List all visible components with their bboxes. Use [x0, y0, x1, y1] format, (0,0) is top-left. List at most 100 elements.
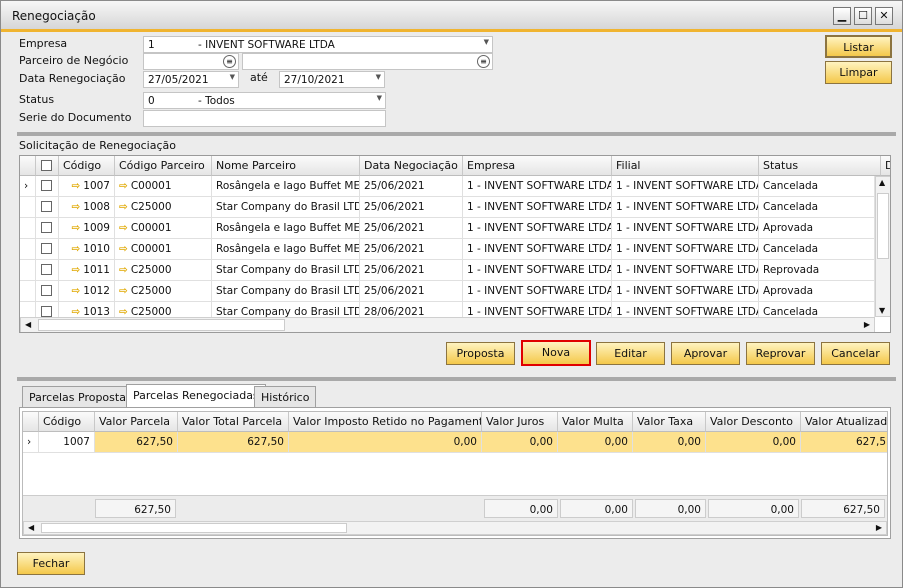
- empresa-code: 1: [148, 39, 155, 51]
- data-to-field[interactable]: 27/10/2021 ▼: [279, 71, 385, 88]
- scroll-left-icon[interactable]: ◀: [25, 320, 31, 329]
- table-cell[interactable]: 0,00: [706, 432, 801, 453]
- link-arrow-icon[interactable]: ⇨: [119, 201, 128, 213]
- row-select-cell[interactable]: [36, 176, 59, 197]
- scroll-thumb[interactable]: [877, 193, 889, 259]
- checkbox[interactable]: [41, 285, 52, 296]
- col-header[interactable]: Código: [39, 412, 95, 432]
- link-arrow-icon[interactable]: ⇨: [119, 285, 128, 297]
- col-filial[interactable]: Filial: [612, 156, 759, 176]
- table-cell[interactable]: 627,50: [95, 432, 178, 453]
- maximize-button[interactable]: ☐: [854, 7, 872, 25]
- row-select-cell[interactable]: [36, 239, 59, 260]
- select-all-header[interactable]: [36, 156, 59, 176]
- cell-text: 25/06/2021: [364, 243, 425, 255]
- tab-parcelas-proposta[interactable]: Parcelas Proposta: [22, 386, 133, 408]
- col-header[interactable]: Valor Juros: [482, 412, 558, 432]
- scroll-thumb[interactable]: [41, 523, 347, 533]
- link-arrow-icon[interactable]: ⇨: [71, 285, 80, 297]
- col-header[interactable]: Valor Total Parcela: [178, 412, 289, 432]
- checkbox[interactable]: [41, 201, 52, 212]
- row-select-cell[interactable]: [36, 281, 59, 302]
- table-cell[interactable]: 627,5: [801, 432, 887, 453]
- fechar-button[interactable]: Fechar: [17, 552, 85, 575]
- col-header[interactable]: Valor Imposto Retido no Pagamento: [289, 412, 482, 432]
- col-data-negociacao[interactable]: Data Negociação: [360, 156, 463, 176]
- total-desconto: 0,00: [708, 499, 799, 518]
- col-nome-parceiro[interactable]: Nome Parceiro: [212, 156, 360, 176]
- cell-text: 25/06/2021: [364, 180, 425, 192]
- list-icon[interactable]: ≡: [477, 55, 490, 68]
- col-codigo[interactable]: Código: [59, 156, 115, 176]
- serie-field[interactable]: [143, 110, 386, 127]
- scroll-left-icon[interactable]: ◀: [28, 523, 34, 532]
- close-button[interactable]: ✕: [875, 7, 893, 25]
- reprovar-button[interactable]: Reprovar: [746, 342, 815, 365]
- data-from-field[interactable]: 27/05/2021 ▼: [143, 71, 239, 88]
- checkbox[interactable]: [41, 243, 52, 254]
- empresa-select[interactable]: 1 - INVENT SOFTWARE LTDA ▼: [143, 36, 493, 53]
- table-cell: Reprovada: [759, 260, 875, 281]
- col-header[interactable]: Valor Desconto: [706, 412, 801, 432]
- status-select[interactable]: 0 - Todos ▼: [143, 92, 386, 109]
- aprovar-button[interactable]: Aprovar: [671, 342, 740, 365]
- tab-parcelas-renegociadas[interactable]: Parcelas Renegociadas: [126, 384, 266, 408]
- col-header[interactable]: Valor Multa: [558, 412, 633, 432]
- minimize-button[interactable]: ▁: [833, 7, 851, 25]
- row-select-cell[interactable]: [36, 197, 59, 218]
- proposta-button[interactable]: Proposta: [446, 342, 515, 365]
- table-cell[interactable]: 0,00: [482, 432, 558, 453]
- link-arrow-icon[interactable]: ⇨: [119, 264, 128, 276]
- table-cell[interactable]: 1007: [39, 432, 95, 453]
- splitter[interactable]: [17, 377, 896, 381]
- editar-button[interactable]: Editar: [596, 342, 665, 365]
- table-cell[interactable]: 627,50: [178, 432, 289, 453]
- tab-historico[interactable]: Histórico: [254, 386, 317, 408]
- table-cell: 25/06/2021: [360, 176, 463, 197]
- link-arrow-icon[interactable]: ⇨: [71, 222, 80, 234]
- vertical-scrollbar[interactable]: ▲ ▼: [875, 176, 890, 317]
- scroll-thumb[interactable]: [38, 319, 285, 331]
- checkbox[interactable]: [41, 222, 52, 233]
- horizontal-scrollbar[interactable]: ◀ ▶: [20, 317, 875, 332]
- row-select-cell[interactable]: [36, 260, 59, 281]
- scroll-right-icon[interactable]: ▶: [876, 523, 882, 532]
- horizontal-scrollbar[interactable]: ◀ ▶: [23, 521, 887, 535]
- col-status[interactable]: Status: [759, 156, 881, 176]
- scroll-up-icon[interactable]: ▲: [879, 178, 885, 187]
- col-d[interactable]: D: [881, 156, 890, 176]
- scroll-down-icon[interactable]: ▼: [879, 306, 885, 315]
- link-arrow-icon[interactable]: ⇨: [119, 243, 128, 255]
- col-codigo-parceiro[interactable]: Código Parceiro: [115, 156, 212, 176]
- table-cell[interactable]: 0,00: [558, 432, 633, 453]
- link-arrow-icon[interactable]: ⇨: [71, 243, 80, 255]
- table-cell: 1 - INVENT SOFTWARE LTDA: [612, 197, 759, 218]
- col-empresa[interactable]: Empresa: [463, 156, 612, 176]
- table-cell[interactable]: 0,00: [289, 432, 482, 453]
- link-arrow-icon[interactable]: ⇨: [119, 180, 128, 192]
- listar-button[interactable]: Listar: [825, 35, 892, 58]
- checkbox[interactable]: [41, 180, 52, 191]
- link-arrow-icon[interactable]: ⇨: [71, 201, 80, 213]
- col-header[interactable]: Valor Parcela: [95, 412, 178, 432]
- limpar-button[interactable]: Limpar: [825, 61, 892, 84]
- checkbox[interactable]: [41, 160, 52, 171]
- row-select-cell[interactable]: [36, 218, 59, 239]
- cancelar-button[interactable]: Cancelar: [821, 342, 890, 365]
- nova-button[interactable]: Nova: [521, 340, 591, 366]
- link-arrow-icon[interactable]: ⇨: [119, 222, 128, 234]
- col-header[interactable]: Valor Atualizado: [801, 412, 887, 432]
- parceiro-name-field[interactable]: ≡: [242, 53, 493, 70]
- col-header[interactable]: Valor Taxa: [633, 412, 706, 432]
- link-arrow-icon[interactable]: ⇨: [71, 180, 80, 192]
- checkbox[interactable]: [41, 306, 52, 317]
- list-icon[interactable]: ≡: [223, 55, 236, 68]
- scroll-right-icon[interactable]: ▶: [864, 320, 870, 329]
- checkbox[interactable]: [41, 264, 52, 275]
- table-cell[interactable]: 0,00: [633, 432, 706, 453]
- splitter[interactable]: [17, 132, 896, 136]
- table-cell: 25/06/2021: [360, 281, 463, 302]
- link-arrow-icon[interactable]: ⇨: [71, 264, 80, 276]
- parceiro-code-field[interactable]: ≡: [143, 53, 239, 70]
- cell-text: 25/06/2021: [364, 201, 425, 213]
